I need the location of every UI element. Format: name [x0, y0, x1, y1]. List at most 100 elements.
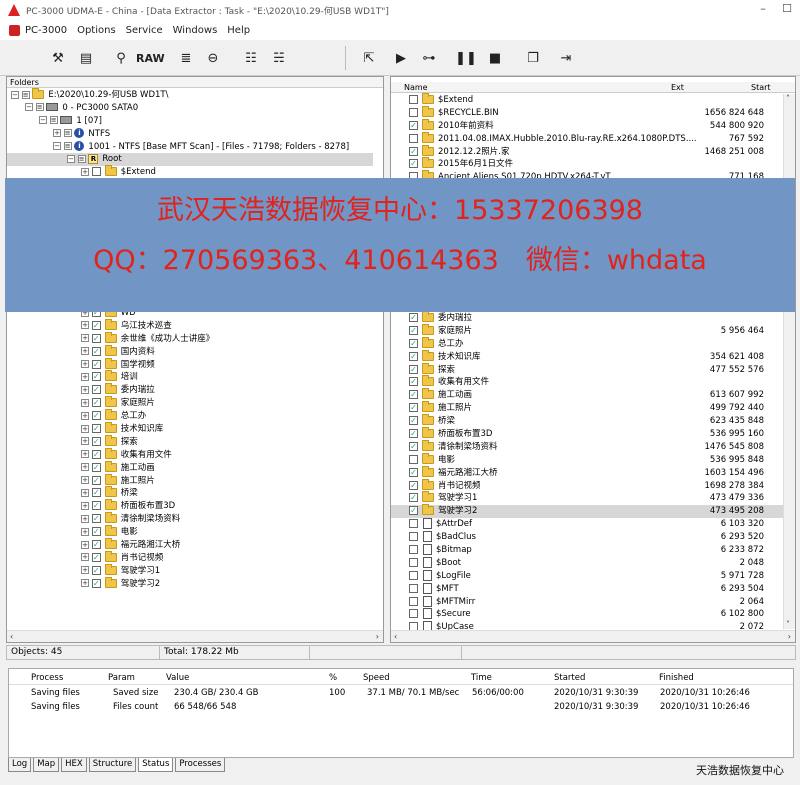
expand-icon[interactable]: +: [81, 476, 89, 485]
expand-icon[interactable]: +: [81, 514, 89, 523]
checkbox[interactable]: ✓: [91, 578, 101, 588]
expand-icon[interactable]: +: [81, 321, 89, 330]
file-row[interactable]: ✓ 福元路湘江大桥 1603 154 496: [391, 465, 784, 480]
horizontal-scrollbar[interactable]: ‹ ›: [7, 630, 383, 642]
vertical-scrollbar[interactable]: ˄ ˅: [783, 94, 795, 629]
file-row[interactable]: ✓ 2015年6月1日文件: [391, 157, 784, 171]
tree-node-folder[interactable]: + ✓ 肖书记视频: [7, 550, 373, 565]
stop-icon[interactable]: ■: [484, 47, 506, 69]
expand-icon[interactable]: +: [81, 347, 89, 356]
tree-node-folder[interactable]: + ✓ 委内瑞拉: [7, 383, 373, 397]
tree-node-folder[interactable]: + ✓ 余世维《成功人士讲座》: [7, 331, 373, 346]
expand-icon[interactable]: +: [81, 527, 89, 536]
file-row[interactable]: $Secure 6 102 800: [391, 608, 784, 621]
expand-icon[interactable]: +: [81, 488, 89, 497]
tree-node-folder[interactable]: + ✓ 技术知识库: [7, 422, 373, 436]
process-row[interactable]: Saving files Files count 66 548/66 548 2…: [9, 700, 793, 714]
tree-node-ntfs[interactable]: + ≡ i NTFS: [7, 128, 373, 141]
collapse-icon[interactable]: −: [67, 154, 75, 163]
checkbox[interactable]: [409, 532, 418, 542]
checkbox[interactable]: [409, 95, 418, 104]
expand-icon[interactable]: +: [81, 334, 89, 343]
file-row[interactable]: ✓ 桥梁 623 435 848: [391, 414, 784, 428]
checkbox[interactable]: ✓: [91, 514, 101, 524]
checkbox[interactable]: ✓: [409, 403, 418, 413]
file-row[interactable]: ✓ 探索 477 552 576: [391, 362, 784, 377]
file-row[interactable]: $AttrDef 6 103 320: [391, 518, 784, 531]
expand-icon[interactable]: +: [81, 450, 89, 459]
checkbox[interactable]: ✓: [91, 540, 101, 550]
column-name[interactable]: Name: [404, 82, 428, 93]
file-row[interactable]: ✓ 家庭照片 5 956 464: [391, 323, 784, 338]
file-row[interactable]: ✓ 总工办: [391, 336, 784, 351]
checkbox[interactable]: ✓: [91, 501, 101, 511]
file-row[interactable]: ✓ 收集有用文件: [391, 375, 784, 389]
expand-icon[interactable]: +: [81, 372, 89, 381]
checkbox[interactable]: ✓: [91, 475, 101, 485]
checkbox[interactable]: ✓: [409, 506, 418, 516]
collapse-icon[interactable]: −: [25, 103, 33, 112]
checkbox[interactable]: [91, 167, 101, 177]
checkbox[interactable]: ✓: [91, 552, 101, 562]
minimize-button[interactable]: –: [755, 2, 771, 16]
checkbox[interactable]: ✓: [409, 364, 418, 374]
col-value[interactable]: Value: [166, 671, 189, 685]
tree-node-folder[interactable]: + ✓ 乌江技术巡查: [7, 318, 373, 333]
checkbox[interactable]: ✓: [409, 338, 418, 348]
export-icon[interactable]: ⇱: [358, 47, 380, 69]
menu-options[interactable]: Options: [77, 25, 116, 36]
checkbox[interactable]: ✓: [409, 120, 418, 130]
disk-icon[interactable]: ⊖: [202, 47, 224, 69]
checkbox[interactable]: ✓: [91, 372, 101, 382]
checkbox[interactable]: ✓: [91, 359, 101, 369]
checkbox[interactable]: [409, 596, 418, 606]
file-row[interactable]: ✓ 桥面板布置3D 536 995 160: [391, 427, 784, 441]
process-row[interactable]: Saving files Saved size 230.4 GB/ 230.4 …: [9, 686, 793, 700]
file-row[interactable]: $MFTMirr 2 064: [391, 595, 784, 609]
tree-node-folder[interactable]: + ✓ 清徐制梁场资料: [7, 512, 373, 526]
tree-node-folder[interactable]: + ✓ 桥梁: [7, 486, 373, 500]
tree-node-folder[interactable]: + ✓ 桥面板布置3D: [7, 499, 373, 513]
checkbox[interactable]: ✓: [91, 346, 101, 356]
collapse-icon[interactable]: −: [53, 142, 61, 151]
scroll-right-icon[interactable]: ›: [788, 632, 791, 641]
menu-pc3000[interactable]: PC-3000: [25, 25, 67, 36]
checkbox[interactable]: ✓: [91, 436, 101, 446]
file-row[interactable]: ✓ 肖书记视频 1698 278 384: [391, 478, 784, 493]
maximize-button[interactable]: ☐: [779, 2, 795, 16]
scroll-down-icon[interactable]: ˅: [786, 620, 790, 629]
checkbox[interactable]: ✓: [91, 462, 101, 472]
col-percent[interactable]: %: [329, 671, 337, 685]
file-row[interactable]: ✓ 委内瑞拉: [391, 311, 784, 325]
collapse-icon[interactable]: −: [11, 90, 19, 99]
tree-node-folder[interactable]: + ✓ 施工动画: [7, 460, 373, 475]
checkbox[interactable]: ✓: [409, 480, 418, 490]
scroll-right-icon[interactable]: ›: [376, 632, 379, 641]
tree-icon[interactable]: ☵: [268, 47, 290, 69]
checkbox[interactable]: ✓: [91, 527, 101, 537]
menu-help[interactable]: Help: [227, 25, 250, 36]
checkbox[interactable]: ✓: [409, 146, 418, 156]
checkbox[interactable]: ✓: [409, 351, 418, 361]
column-start[interactable]: Start: [751, 82, 771, 93]
tree-node-folder[interactable]: + ✓ 总工办: [7, 409, 373, 423]
checkbox[interactable]: ✓: [409, 377, 418, 387]
expand-icon[interactable]: +: [81, 553, 89, 562]
expand-icon[interactable]: +: [81, 540, 89, 549]
checkbox[interactable]: ✓: [91, 449, 101, 459]
tree-node-folder[interactable]: + ✓ 国内资料: [7, 344, 373, 359]
tree-node-folder[interactable]: + ✓ 家庭照片: [7, 396, 373, 410]
file-row[interactable]: $BadClus 6 293 520: [391, 531, 784, 544]
expand-icon[interactable]: +: [81, 167, 89, 176]
file-row[interactable]: ✓ 驾驶学习1 473 479 336: [391, 491, 784, 505]
expand-icon[interactable]: +: [81, 411, 89, 420]
file-row[interactable]: ✓ 施工照片 499 792 440: [391, 401, 784, 415]
checkbox[interactable]: ✓: [409, 159, 418, 169]
tab-hex[interactable]: HEX: [61, 758, 87, 772]
tree-node-device[interactable]: − ≡ 0 - PC3000 SATA0: [7, 102, 373, 115]
tree-node-folder[interactable]: + ✓ 培训: [7, 370, 373, 384]
tools-icon[interactable]: ⚒: [47, 47, 69, 69]
file-row[interactable]: ✓ 驾驶学习2 473 495 208: [391, 504, 784, 519]
expand-icon[interactable]: +: [81, 398, 89, 407]
checkbox[interactable]: ✓: [409, 467, 418, 477]
